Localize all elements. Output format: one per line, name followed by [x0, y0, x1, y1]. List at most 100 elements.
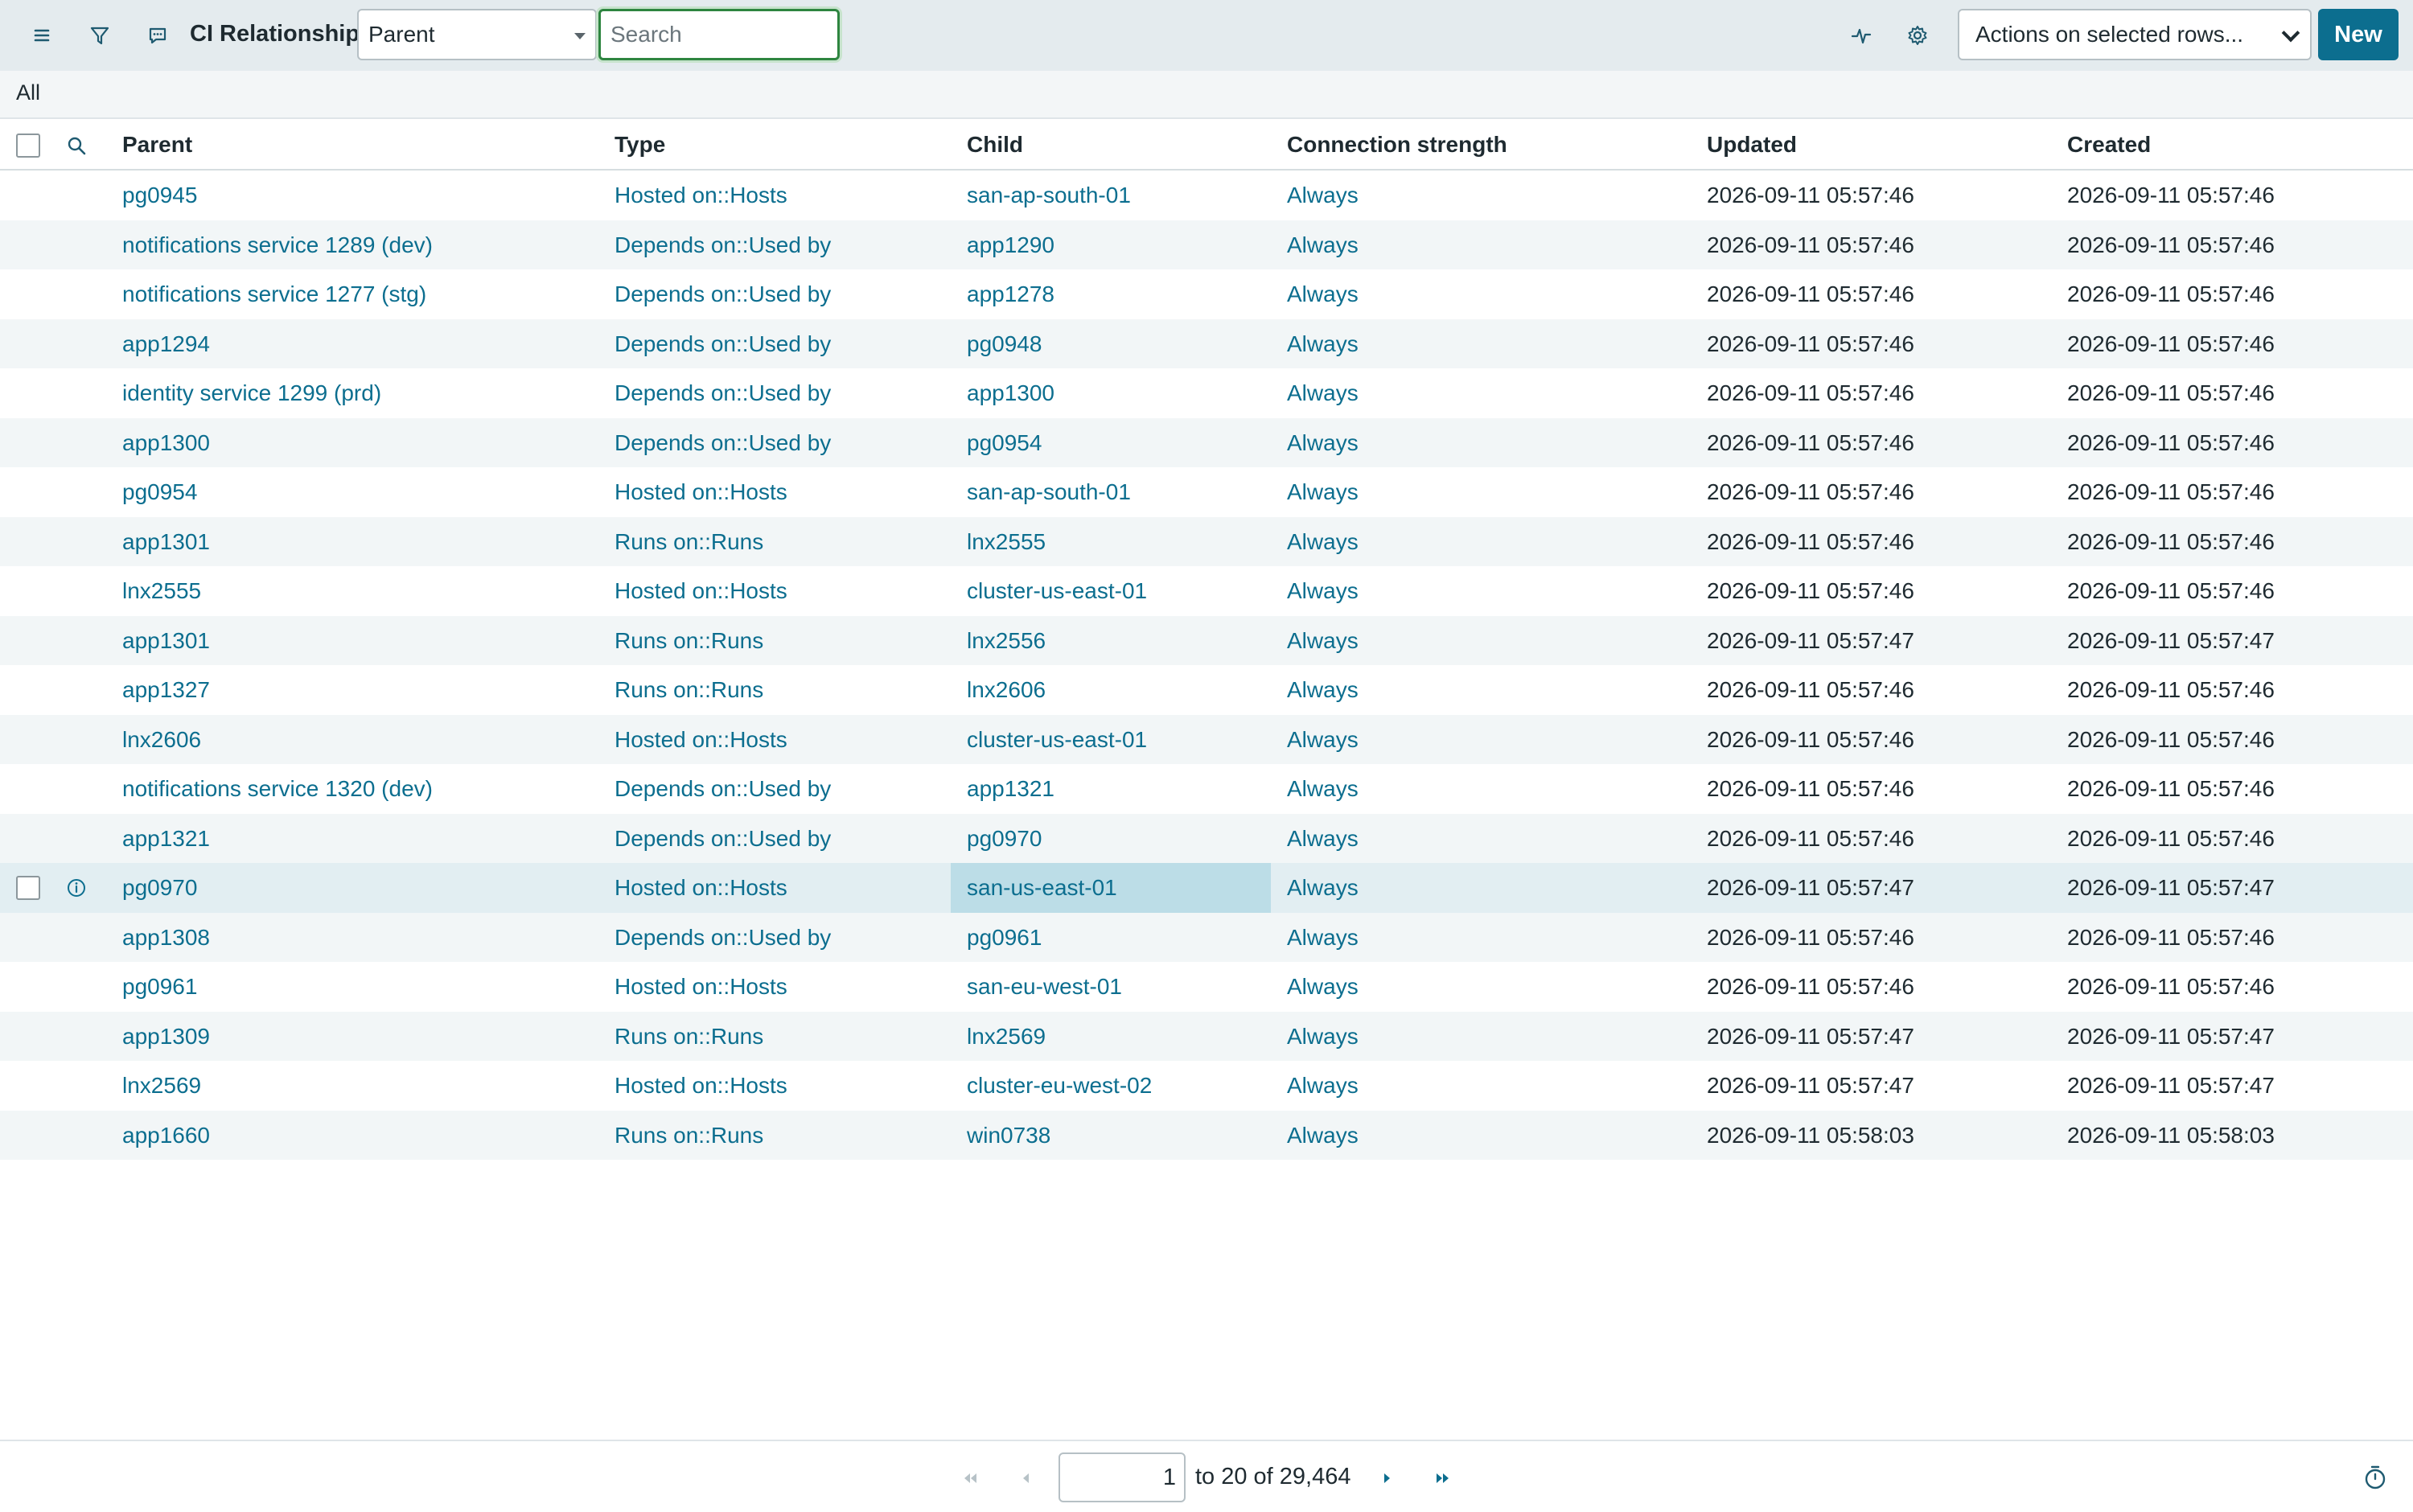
cell-type[interactable]: Depends on::Used by	[615, 380, 831, 406]
column-header-updated[interactable]: Updated	[1707, 132, 1797, 158]
cell-parent[interactable]: app1294	[122, 331, 210, 357]
table-row[interactable]: app1321 Depends on::Used by pg0970 Always 20…	[0, 813, 2413, 863]
cell-type[interactable]: Depends on::Used by	[615, 281, 831, 307]
cell-connection-strength[interactable]: Always	[1287, 331, 1359, 357]
cell-connection-strength[interactable]: Always	[1287, 430, 1359, 456]
cell-type[interactable]: Hosted on::Hosts	[615, 875, 787, 901]
column-header-type[interactable]: Type	[615, 132, 665, 158]
cell-type[interactable]: Depends on::Used by	[615, 232, 831, 258]
chevron-left-icon[interactable]	[1010, 1462, 1042, 1494]
table-row[interactable]: lnx2569 Hosted on::Hosts cluster-eu-west-0…	[0, 1061, 2413, 1111]
column-header-parent[interactable]: Parent	[122, 132, 192, 158]
cell-parent[interactable]: pg0970	[122, 875, 197, 901]
cell-child[interactable]: pg0961	[967, 925, 1042, 951]
cell-type[interactable]: Depends on::Used by	[615, 776, 831, 802]
cell-parent[interactable]: app1660	[122, 1123, 210, 1148]
double-chevron-right-icon[interactable]	[1427, 1462, 1459, 1494]
cell-child[interactable]: lnx2606	[967, 677, 1046, 703]
cell-type[interactable]: Runs on::Runs	[615, 628, 763, 654]
cell-child[interactable]: pg0948	[967, 331, 1042, 357]
cell-connection-strength[interactable]: Always	[1287, 974, 1359, 1000]
cell-type[interactable]: Depends on::Used by	[615, 826, 831, 852]
cell-type[interactable]: Depends on::Used by	[615, 925, 831, 951]
search-input[interactable]	[598, 9, 840, 60]
cell-connection-strength[interactable]: Always	[1287, 628, 1359, 654]
activity-pulse-icon[interactable]	[1844, 18, 1879, 53]
table-row[interactable]: pg0970 Hosted on::Hosts san-us-east-01 Alwa…	[0, 863, 2413, 913]
cell-type[interactable]: Depends on::Used by	[615, 331, 831, 357]
table-row[interactable]: app1301 Runs on::Runs lnx2556 Always 2026-09…	[0, 615, 2413, 665]
new-button[interactable]: New	[2318, 9, 2399, 60]
search-field-select[interactable]: Parent	[357, 9, 597, 60]
table-row[interactable]: notifications service 1289 (dev) Depends …	[0, 220, 2413, 269]
cell-connection-strength[interactable]: Always	[1287, 875, 1359, 901]
cell-connection-strength[interactable]: Always	[1287, 479, 1359, 505]
stopwatch-icon[interactable]	[2362, 1464, 2389, 1491]
column-header-child[interactable]: Child	[967, 132, 1023, 158]
cell-type[interactable]: Hosted on::Hosts	[615, 1073, 787, 1099]
cell-connection-strength[interactable]: Always	[1287, 183, 1359, 208]
cell-type[interactable]: Runs on::Runs	[615, 1123, 763, 1148]
table-row[interactable]: pg0945 Hosted on::Hosts san-ap-south-01 Alw…	[0, 171, 2413, 220]
gear-icon[interactable]	[1900, 18, 1935, 53]
cell-parent[interactable]: app1309	[122, 1024, 210, 1050]
table-row[interactable]: app1660 Runs on::Runs win0738 Always 2026-09…	[0, 1110, 2413, 1160]
hamburger-menu-icon[interactable]	[24, 18, 60, 53]
cell-type[interactable]: Depends on::Used by	[615, 430, 831, 456]
cell-connection-strength[interactable]: Always	[1287, 925, 1359, 951]
cell-child[interactable]: win0738	[967, 1123, 1050, 1148]
cell-parent[interactable]: notifications service 1277 (stg)	[122, 281, 426, 307]
cell-type[interactable]: Runs on::Runs	[615, 529, 763, 555]
cell-child[interactable]: san-eu-west-01	[967, 974, 1122, 1000]
table-row[interactable]: app1301 Runs on::Runs lnx2555 Always 2026-09…	[0, 516, 2413, 566]
table-row[interactable]: app1308 Depends on::Used by pg0961 Always 20…	[0, 912, 2413, 962]
cell-parent[interactable]: pg0961	[122, 974, 197, 1000]
table-row[interactable]: pg0961 Hosted on::Hosts san-eu-west-01 Alwa…	[0, 962, 2413, 1012]
cell-child[interactable]: cluster-us-east-01	[967, 727, 1147, 753]
cell-type[interactable]: Hosted on::Hosts	[615, 479, 787, 505]
row-checkbox[interactable]	[16, 876, 40, 900]
cell-child[interactable]: app1300	[967, 380, 1054, 406]
cell-parent[interactable]: lnx2555	[122, 578, 201, 604]
cell-parent[interactable]: lnx2606	[122, 727, 201, 753]
cell-type[interactable]: Runs on::Runs	[615, 1024, 763, 1050]
cell-connection-strength[interactable]: Always	[1287, 1123, 1359, 1148]
cell-child[interactable]: lnx2556	[967, 628, 1046, 654]
cell-parent[interactable]: identity service 1299 (prd)	[122, 380, 381, 406]
table-row[interactable]: pg0954 Hosted on::Hosts san-ap-south-01 Alw…	[0, 467, 2413, 517]
cell-parent[interactable]: app1321	[122, 826, 210, 852]
cell-child[interactable]: pg0954	[967, 430, 1042, 456]
cell-child[interactable]: san-us-east-01	[967, 875, 1117, 901]
table-row[interactable]: notifications service 1320 (dev) Depends …	[0, 764, 2413, 814]
table-row[interactable]: app1300 Depends on::Used by pg0954 Always 20…	[0, 417, 2413, 467]
chevron-right-icon[interactable]	[1371, 1462, 1403, 1494]
breadcrumb-all[interactable]: All	[16, 80, 40, 105]
info-icon[interactable]	[64, 876, 88, 900]
table-row[interactable]: lnx2606 Hosted on::Hosts cluster-us-east-0…	[0, 714, 2413, 764]
double-chevron-left-icon[interactable]	[954, 1462, 986, 1494]
cell-connection-strength[interactable]: Always	[1287, 826, 1359, 852]
filter-icon[interactable]	[82, 18, 117, 53]
cell-child[interactable]: app1278	[967, 281, 1054, 307]
cell-type[interactable]: Hosted on::Hosts	[615, 578, 787, 604]
cell-connection-strength[interactable]: Always	[1287, 380, 1359, 406]
cell-parent[interactable]: app1308	[122, 925, 210, 951]
cell-connection-strength[interactable]: Always	[1287, 776, 1359, 802]
cell-parent[interactable]: app1300	[122, 430, 210, 456]
cell-parent[interactable]: pg0954	[122, 479, 197, 505]
cell-connection-strength[interactable]: Always	[1287, 1024, 1359, 1050]
cell-type[interactable]: Hosted on::Hosts	[615, 183, 787, 208]
cell-connection-strength[interactable]: Always	[1287, 232, 1359, 258]
table-row[interactable]: notifications service 1277 (stg) Depends …	[0, 269, 2413, 319]
comment-icon[interactable]	[140, 18, 175, 53]
column-search-icon[interactable]	[64, 134, 88, 158]
cell-parent[interactable]: notifications service 1320 (dev)	[122, 776, 433, 802]
cell-parent[interactable]: notifications service 1289 (dev)	[122, 232, 433, 258]
cell-child[interactable]: pg0970	[967, 826, 1042, 852]
column-header-created[interactable]: Created	[2067, 132, 2151, 158]
cell-parent[interactable]: app1301	[122, 529, 210, 555]
table-row[interactable]: identity service 1299 (prd) Depends on::U…	[0, 368, 2413, 418]
column-header-connection-strength[interactable]: Connection strength	[1287, 132, 1507, 158]
cell-child[interactable]: app1321	[967, 776, 1054, 802]
cell-child[interactable]: app1290	[967, 232, 1054, 258]
